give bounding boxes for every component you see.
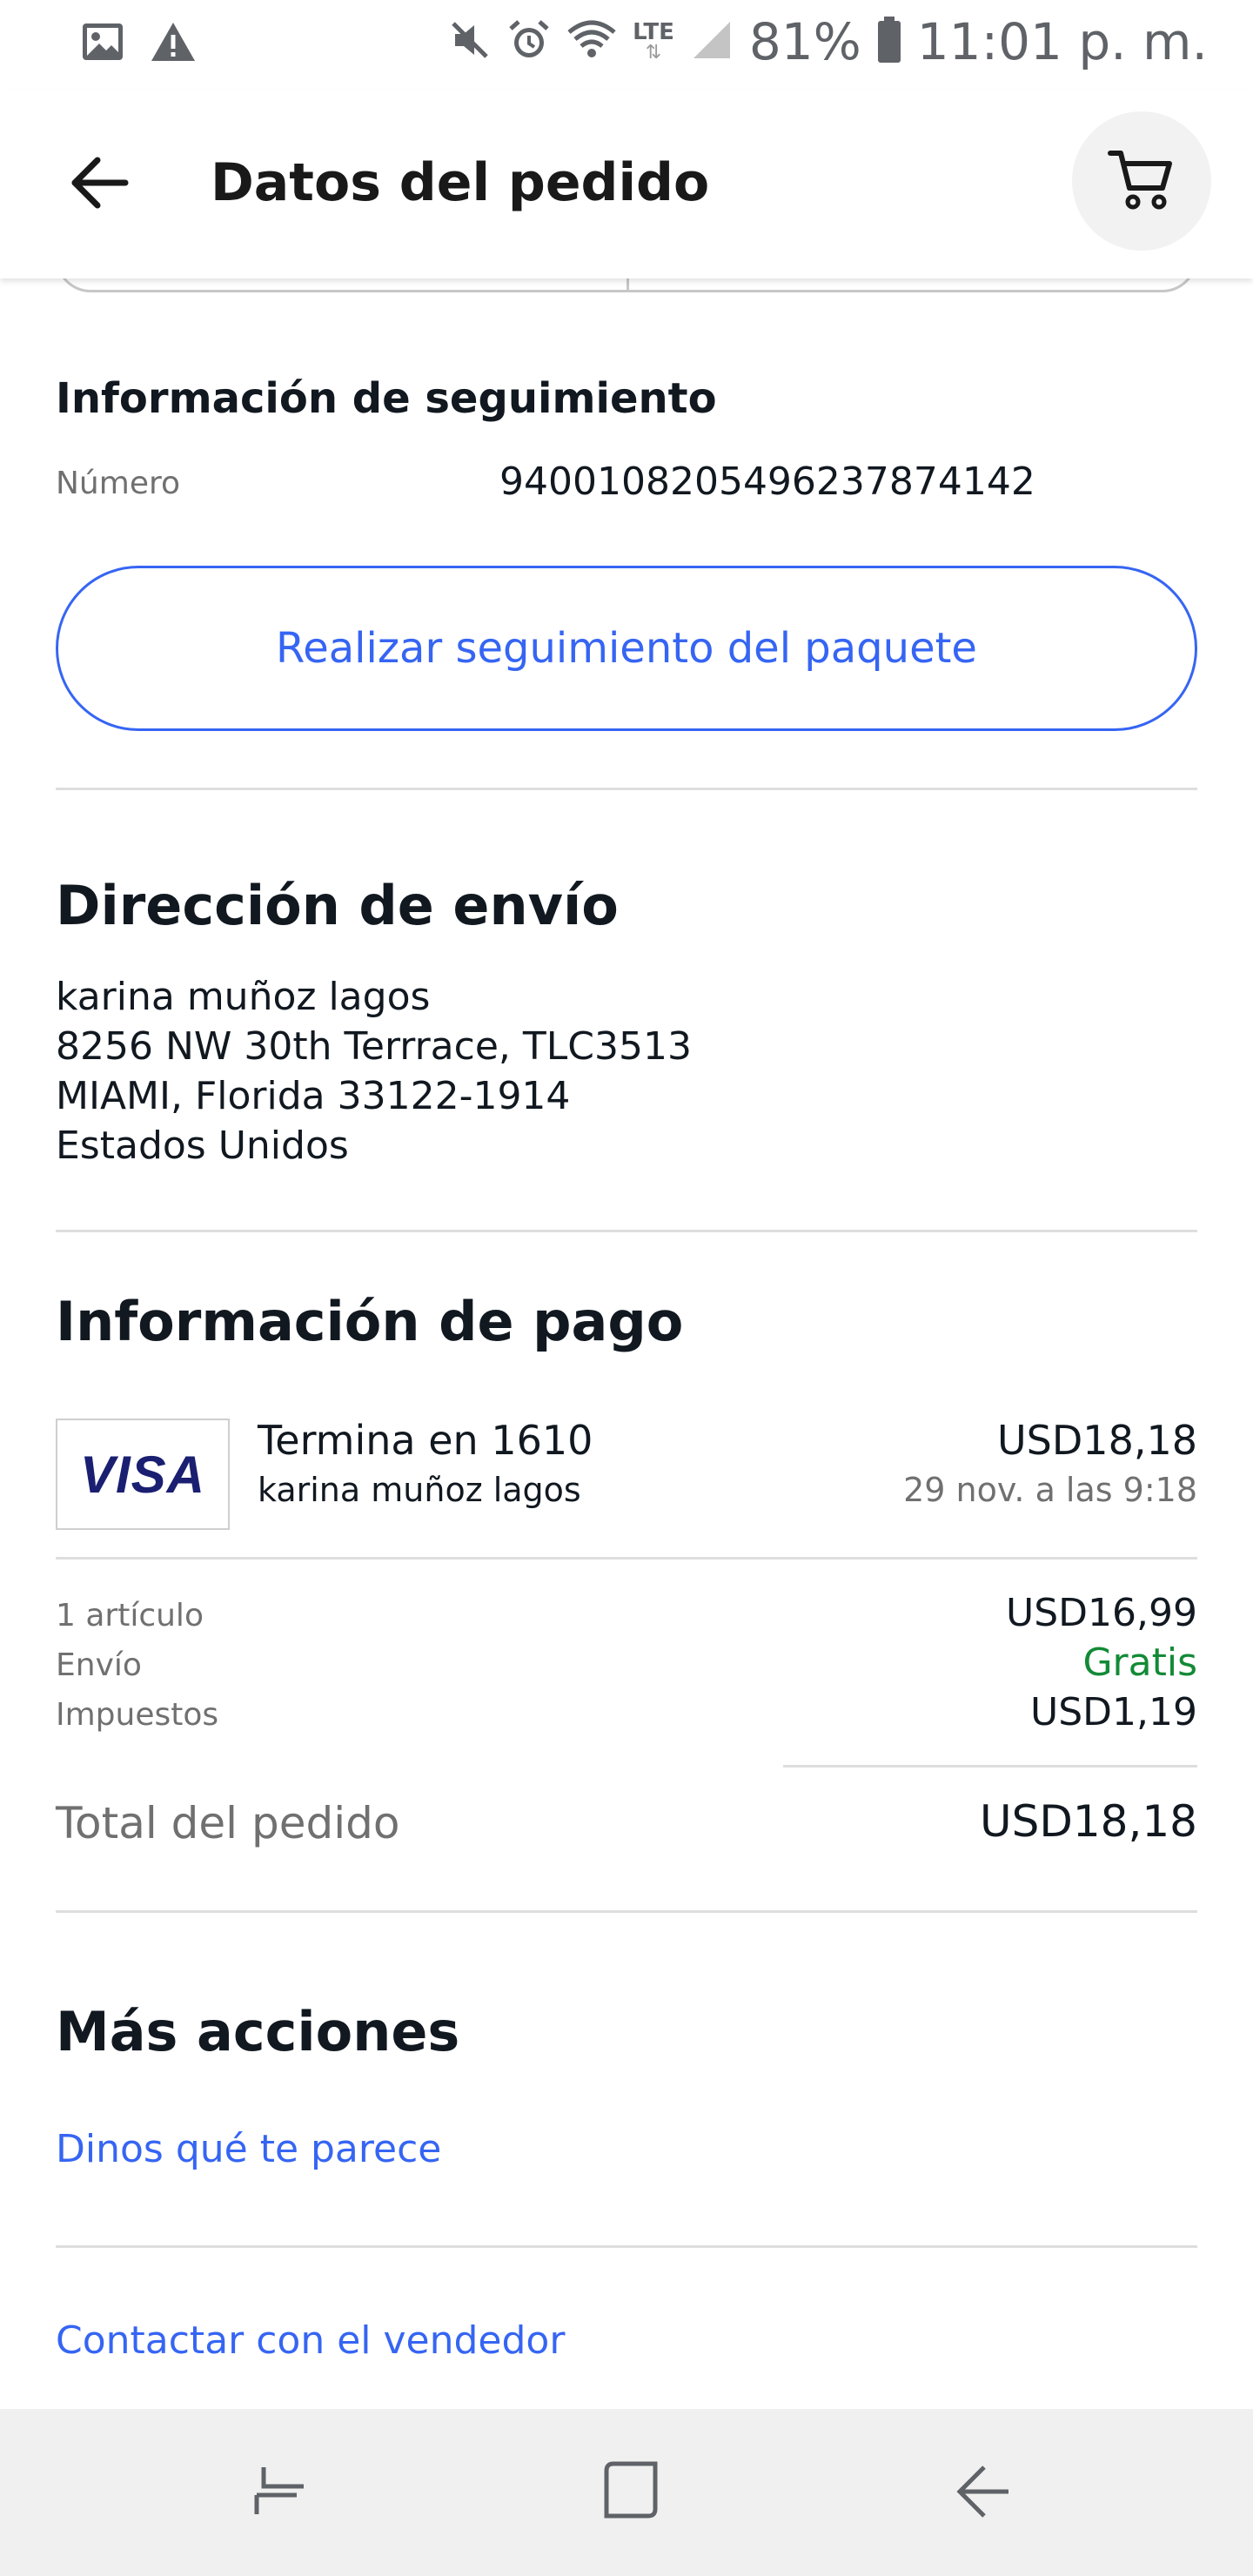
payment-heading: Información de pago <box>56 1290 684 1353</box>
mute-icon <box>448 18 492 65</box>
home-icon <box>601 2460 662 2525</box>
wifi-icon <box>566 18 617 65</box>
address-line: karina muñoz lagos <box>56 975 431 1019</box>
system-back-button[interactable] <box>940 2458 1027 2527</box>
divider <box>56 1230 1197 1232</box>
payment-amount: USD18,18 <box>997 1417 1197 1464</box>
summary-value-taxes: USD1,19 <box>1030 1690 1197 1734</box>
more-actions-heading: Más acciones <box>56 2000 460 2063</box>
tracking-number-label: Número <box>56 466 180 501</box>
summary-value-shipping: Gratis <box>1082 1640 1197 1685</box>
card-holder: karina muñoz lagos <box>258 1471 581 1509</box>
summary-label-taxes: Impuestos <box>56 1697 219 1733</box>
contact-seller-link[interactable]: Contactar con el vendedor <box>56 2318 565 2363</box>
back-button[interactable] <box>56 150 139 219</box>
tracking-number-value: 9400108205496237874142 <box>499 460 1035 504</box>
address-line: MIAMI, Florida 33122-1914 <box>56 1074 571 1118</box>
image-icon <box>82 23 124 64</box>
summary-label-shipping: Envío <box>56 1647 142 1683</box>
system-nav-bar <box>0 2409 1253 2576</box>
app-bar: Datos del pedido <box>0 91 1253 278</box>
alarm-icon <box>507 18 551 65</box>
clock: 11:01 p. m. <box>916 12 1208 71</box>
subtotal-divider <box>783 1765 1197 1768</box>
visa-logo-text: VISA <box>79 1445 206 1504</box>
divider <box>56 788 1197 790</box>
order-total-label: Total del pedido <box>56 1798 400 1848</box>
recent-apps-icon <box>250 2460 311 2525</box>
divider <box>56 1910 1197 1913</box>
arrow-back-icon <box>66 155 129 214</box>
visa-card-logo: VISA <box>56 1419 230 1530</box>
summary-label-items: 1 artículo <box>56 1598 204 1633</box>
divider <box>56 2245 1197 2248</box>
recent-apps-button[interactable] <box>237 2458 324 2527</box>
page-title: Datos del pedido <box>211 152 710 213</box>
shipping-heading: Dirección de envío <box>56 874 619 937</box>
track-package-label: Realizar seguimiento del paquete <box>276 624 977 673</box>
battery-icon <box>877 17 901 67</box>
status-bar: LTE ⇅ 81% 11:01 p. m. <box>0 0 1253 91</box>
feedback-link[interactable]: Dinos qué te parece <box>56 2127 441 2171</box>
home-button[interactable] <box>588 2458 675 2527</box>
divider <box>56 1557 1197 1560</box>
status-right-icons: LTE ⇅ 81% 11:01 p. m. <box>448 12 1208 71</box>
cart-button[interactable] <box>1072 111 1211 251</box>
address-line: Estados Unidos <box>56 1124 349 1168</box>
signal-icon <box>690 18 734 65</box>
battery-percent: 81% <box>748 12 861 71</box>
card-last-digits: Termina en 1610 <box>258 1417 593 1464</box>
cart-icon <box>1107 146 1176 216</box>
address-line: 8256 NW 30th Terrrace, TLC3513 <box>56 1024 692 1069</box>
back-icon <box>953 2460 1014 2525</box>
lte-icon: LTE ⇅ <box>633 19 674 64</box>
track-package-button[interactable]: Realizar seguimiento del paquete <box>56 566 1197 731</box>
order-total-value: USD18,18 <box>980 1796 1197 1847</box>
status-left-icons <box>82 21 197 66</box>
warning-icon <box>150 21 197 66</box>
summary-value-items: USD16,99 <box>1006 1591 1197 1635</box>
tracking-heading: Información de seguimiento <box>56 374 717 423</box>
payment-date: 29 nov. a las 9:18 <box>903 1471 1197 1509</box>
